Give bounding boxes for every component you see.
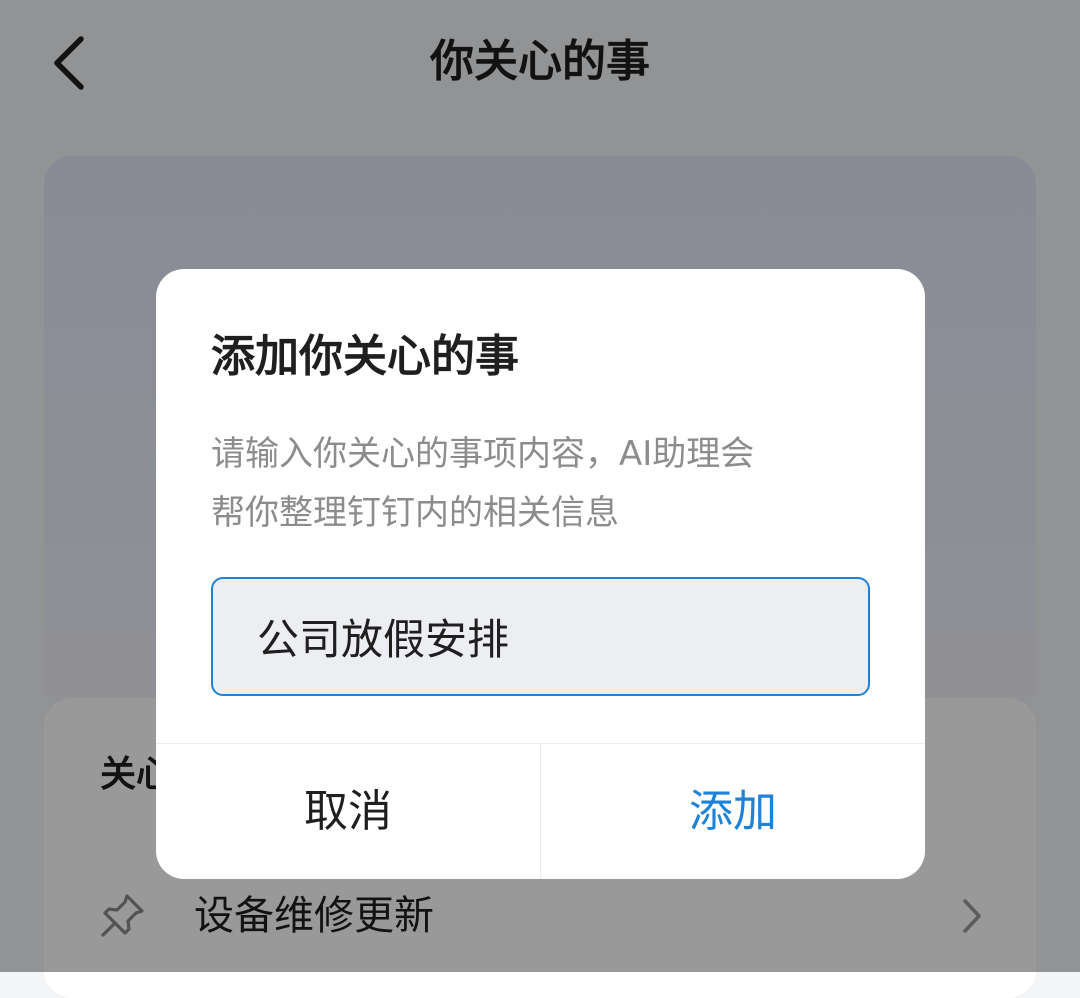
add-button[interactable]: 添加 — [541, 744, 925, 879]
dialog-title: 添加你关心的事 — [211, 331, 519, 382]
dialog-description: 请输入你关心的事项内容，AI助理会 帮你整理钉钉内的相关信息 — [211, 425, 871, 543]
add-concern-dialog: 添加你关心的事 请输入你关心的事项内容，AI助理会 帮你整理钉钉内的相关信息 取… — [156, 269, 925, 879]
dialog-description-line-1: 请输入你关心的事项内容，AI助理会 — [211, 434, 755, 474]
concern-input[interactable] — [211, 577, 870, 696]
dialog-description-line-2: 帮你整理钉钉内的相关信息 — [211, 493, 619, 533]
dialog-actions: 取消 添加 — [156, 743, 925, 879]
cancel-button[interactable]: 取消 — [156, 744, 541, 879]
